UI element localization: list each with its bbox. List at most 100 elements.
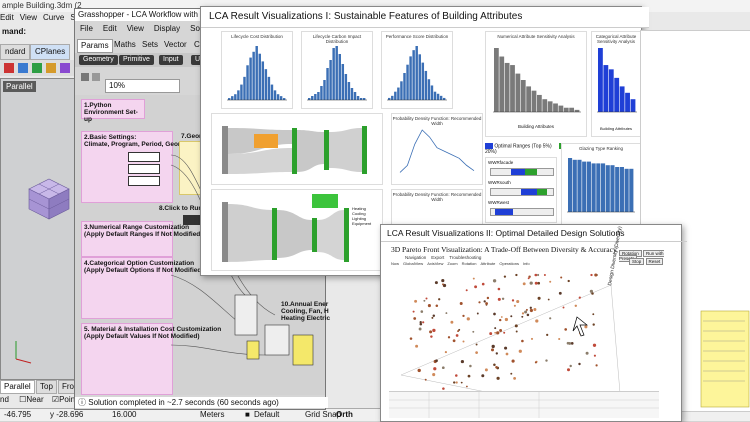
scatter-point — [450, 320, 454, 324]
scatter-point — [432, 328, 436, 333]
zoom-dropdown[interactable]: 10% — [105, 79, 180, 93]
tab-cplanes[interactable]: CPlanes — [30, 44, 71, 60]
hist-bar — [406, 64, 409, 100]
legend-swatch-optimal — [485, 143, 493, 149]
gh-menu-file[interactable]: File — [80, 24, 93, 33]
nav-navigation[interactable]: Navigation — [405, 255, 426, 260]
tab-vector[interactable]: Vector — [161, 39, 190, 51]
categorical-bar — [619, 86, 625, 112]
pdf-title-2: Probability Density Function: Recommende… — [392, 192, 482, 202]
scatter-point — [593, 354, 596, 357]
rhino-menu-edit[interactable]: Edit — [0, 13, 14, 22]
hist-title-3: Performance Score Distribution — [385, 34, 449, 39]
tab-sets[interactable]: Sets — [139, 39, 161, 51]
scatter-point — [442, 387, 445, 390]
sensitivity-bar — [510, 65, 515, 112]
hist-bar — [400, 81, 403, 100]
scatter-point — [420, 310, 424, 313]
numerical-title: Numerical Attribute Sensitivity Analysis — [497, 34, 575, 39]
scatter-point — [460, 381, 463, 384]
rhino-tool-icons — [0, 60, 75, 76]
tab-standard[interactable]: ndard — [0, 44, 31, 60]
scatter-point — [476, 312, 479, 315]
hist-bar — [418, 54, 421, 100]
lca-visualization-2-window[interactable]: LCA Result Visualizations II: Optimal De… — [380, 224, 687, 422]
hist-bar — [270, 84, 274, 100]
hist-bar — [403, 73, 406, 100]
command-prompt[interactable]: mand: — [0, 26, 82, 38]
ranking-bar — [577, 159, 582, 212]
range-title-3: WWRwest — [488, 200, 509, 205]
hist-bar — [341, 64, 345, 100]
ranking-bar — [591, 163, 596, 212]
scatter-point — [497, 297, 501, 301]
scatter-point — [568, 341, 572, 345]
scatter-point — [549, 317, 552, 320]
categorical-bar — [630, 99, 636, 112]
scatter-point — [504, 346, 508, 350]
status-ortho[interactable]: Orth — [336, 409, 353, 421]
scatter-point — [595, 364, 598, 367]
gh-menu-view[interactable]: View — [127, 24, 144, 33]
scatter-point — [494, 331, 497, 334]
hist-bar — [267, 76, 271, 100]
hist-bar — [442, 97, 446, 100]
hist-bar — [246, 65, 249, 100]
scatter-point — [472, 277, 475, 280]
scatter-point — [453, 381, 456, 384]
tab-top[interactable]: Top — [36, 380, 57, 394]
ribbon-geometry[interactable]: Geometry — [79, 55, 118, 65]
ranking-bar — [610, 165, 615, 212]
tab-maths[interactable]: Maths — [111, 39, 139, 51]
perspective-viewport[interactable]: Parallel — [0, 78, 77, 380]
hist-bar — [415, 46, 418, 100]
stop-button[interactable]: Stop — [629, 258, 645, 265]
categorical-bar — [603, 65, 609, 112]
scatter-point — [564, 328, 568, 331]
scatter-point — [431, 316, 434, 319]
gh-menu-edit[interactable]: Edit — [103, 24, 117, 33]
scatter-point — [547, 298, 550, 301]
numerical-xlabel: Building Attributes — [517, 124, 555, 129]
hist-panel-3: Performance Score Distribution — [381, 31, 453, 109]
scatter-point — [499, 329, 503, 332]
viewport-tabs: Parallel Top Fro — [0, 380, 80, 394]
ranking-bar — [629, 168, 634, 212]
reset-button[interactable]: Reset — [645, 258, 664, 265]
hist-bar — [282, 98, 286, 100]
osnap-near[interactable]: Near — [26, 395, 43, 404]
hist-bar — [412, 50, 415, 100]
sensitivity-bar — [520, 80, 526, 112]
hist-bar — [249, 57, 252, 100]
building-model — [15, 178, 70, 364]
scatter-point — [524, 310, 528, 314]
sensitivity-bar — [574, 109, 580, 112]
ranking-bar — [582, 161, 587, 212]
result-table[interactable] — [389, 391, 659, 418]
nav-export[interactable]: Export — [431, 255, 444, 260]
ribbon-primitive[interactable]: Primitive — [119, 55, 154, 65]
scatter-point — [460, 360, 464, 364]
tab-parallel[interactable]: Parallel — [0, 380, 35, 394]
status-layer[interactable]: Default — [254, 409, 279, 421]
osnap-end[interactable]: nd — [0, 395, 9, 404]
scatter-point — [569, 364, 572, 368]
table-grid — [389, 392, 659, 418]
ranking-bar — [624, 168, 629, 212]
ribbon-input[interactable]: Input — [159, 55, 183, 65]
checkbox-point-icon[interactable]: ☑ — [52, 395, 59, 404]
scatter-point — [515, 273, 518, 277]
sensitivity-bar — [494, 48, 499, 112]
hist-bar — [347, 82, 351, 100]
gh-menu-display[interactable]: Display — [154, 24, 180, 33]
rhino-menu: EditViewCurveSurf — [0, 12, 85, 24]
scatter-point — [558, 291, 562, 295]
scatter-point — [484, 368, 488, 372]
rhino-menu-curve[interactable]: Curve — [43, 13, 64, 22]
nav-troubleshooting[interactable]: Troubleshooting — [449, 255, 481, 260]
rhino-menu-view[interactable]: View — [20, 13, 37, 22]
scatter-point — [534, 274, 537, 276]
tab-params[interactable]: Params — [77, 39, 113, 53]
categorical-title: Categorical Attribute Sensitivity Analys… — [595, 34, 637, 44]
scatter-point — [455, 334, 459, 337]
